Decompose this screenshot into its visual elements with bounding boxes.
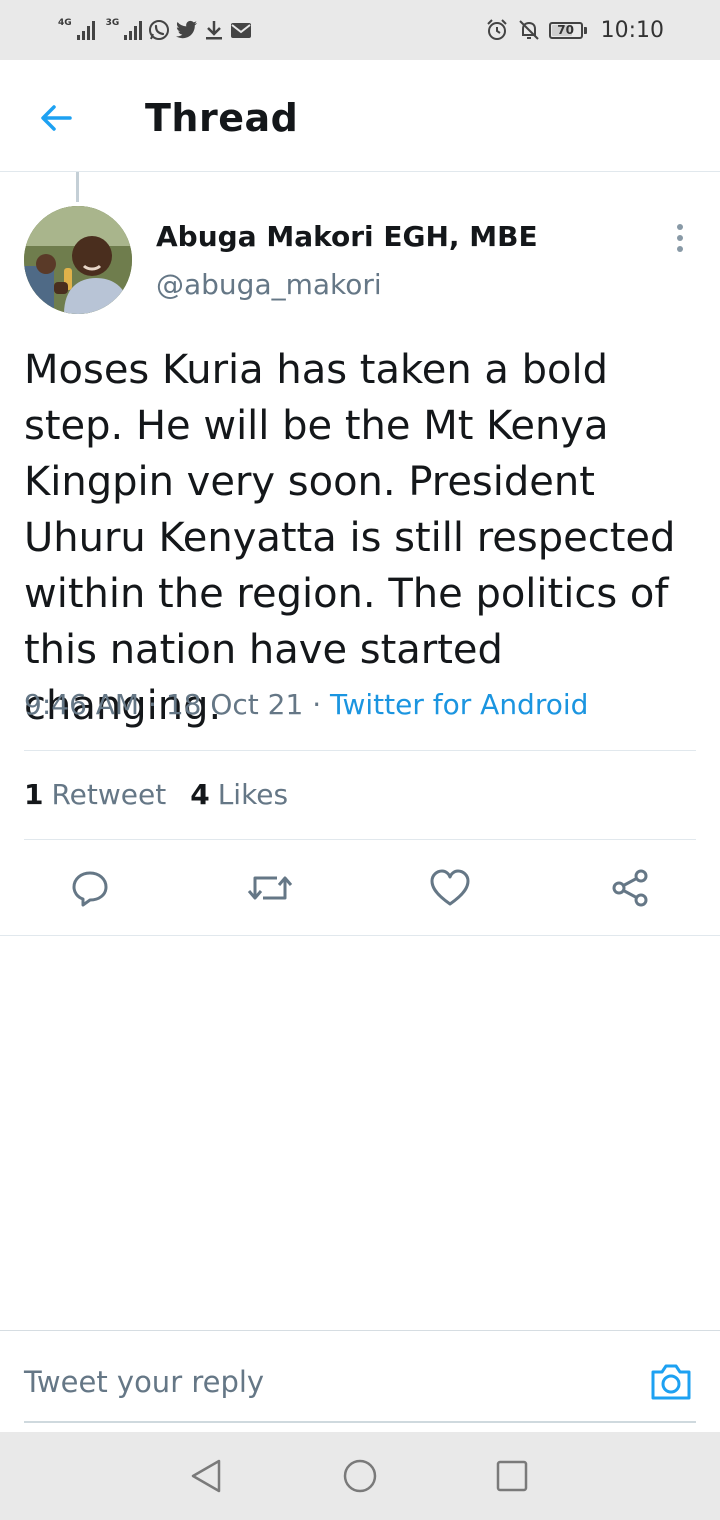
reply-icon — [72, 871, 108, 907]
like-label: Likes — [217, 778, 289, 811]
reply-button[interactable] — [66, 864, 114, 912]
nav-recents-button[interactable] — [492, 1456, 532, 1496]
tweet-actions — [0, 864, 720, 912]
alarm-icon — [486, 19, 507, 40]
nav-home-button[interactable] — [340, 1456, 380, 1496]
share-icon — [612, 869, 648, 907]
tweet-time: 9:46 AM — [24, 688, 140, 721]
tweet-text: Moses Kuria has taken a bold step. He wi… — [24, 347, 676, 729]
reply-input-underline — [24, 1421, 696, 1423]
more-options-button[interactable] — [664, 220, 696, 256]
avatar[interactable] — [24, 206, 132, 314]
mail-icon — [231, 23, 252, 38]
status-left-icons: 4G 3G — [58, 16, 253, 44]
page-title: Thread — [145, 96, 299, 140]
tweet-meta: 9:46 AM · 18 Oct 21 · Twitter for Androi… — [24, 688, 588, 721]
retweet-count: 1 — [24, 778, 44, 811]
triangle-back-icon — [191, 1459, 221, 1493]
retweet-icon — [247, 876, 293, 900]
network-3g-label: 3G — [105, 17, 120, 28]
retweet-label: Retweet — [51, 778, 167, 811]
download-icon — [206, 21, 223, 40]
author-name[interactable]: Abuga Makori EGH, MBE — [156, 220, 538, 253]
thread-connector-line — [76, 172, 79, 202]
twitter-bird-icon — [176, 20, 198, 39]
signal-icon — [124, 21, 143, 40]
heart-icon — [430, 869, 470, 906]
status-bar: 4G 3G 70 10:10 — [0, 0, 720, 60]
meta-separator: · — [148, 688, 157, 721]
tweet-date: 18 Oct 21 — [165, 688, 304, 721]
author-handle[interactable]: @abuga_makori — [156, 268, 382, 301]
top-app-bar: Thread — [0, 60, 720, 172]
retweets-stat[interactable]: 1 Retweet — [24, 778, 166, 811]
battery-icon: 70 — [548, 21, 587, 39]
square-recents-icon — [496, 1460, 528, 1492]
arrow-left-icon — [41, 105, 72, 131]
share-button[interactable] — [606, 864, 654, 912]
notifications-off-icon — [518, 20, 539, 40]
tweet-source-link[interactable]: Twitter for Android — [330, 688, 588, 721]
network-4g-label: 4G — [58, 17, 72, 28]
more-vertical-icon — [677, 224, 683, 252]
like-count: 4 — [190, 778, 210, 811]
back-button[interactable] — [30, 92, 82, 144]
camera-button[interactable] — [648, 1361, 694, 1403]
system-navigation-bar — [0, 1432, 720, 1520]
meta-separator: · — [312, 688, 322, 721]
retweet-button[interactable] — [246, 864, 294, 912]
whatsapp-icon — [149, 20, 170, 40]
signal-icon — [76, 21, 95, 40]
circle-home-icon — [343, 1459, 377, 1493]
divider — [0, 935, 720, 936]
camera-icon — [651, 1364, 691, 1400]
divider — [24, 750, 696, 751]
engagement-stats: 1 Retweet 4 Likes — [24, 778, 288, 811]
status-time: 10:10 — [600, 17, 664, 43]
reply-input[interactable]: Tweet your reply — [24, 1365, 264, 1399]
divider — [24, 839, 696, 840]
reply-composer: Tweet your reply — [0, 1330, 720, 1430]
likes-stat[interactable]: 4 Likes — [190, 778, 288, 811]
battery-level: 70 — [557, 23, 574, 37]
nav-back-button[interactable] — [186, 1456, 226, 1496]
profile-photo — [24, 206, 132, 314]
like-button[interactable] — [426, 864, 474, 912]
status-right-icons: 70 10:10 — [485, 16, 664, 44]
